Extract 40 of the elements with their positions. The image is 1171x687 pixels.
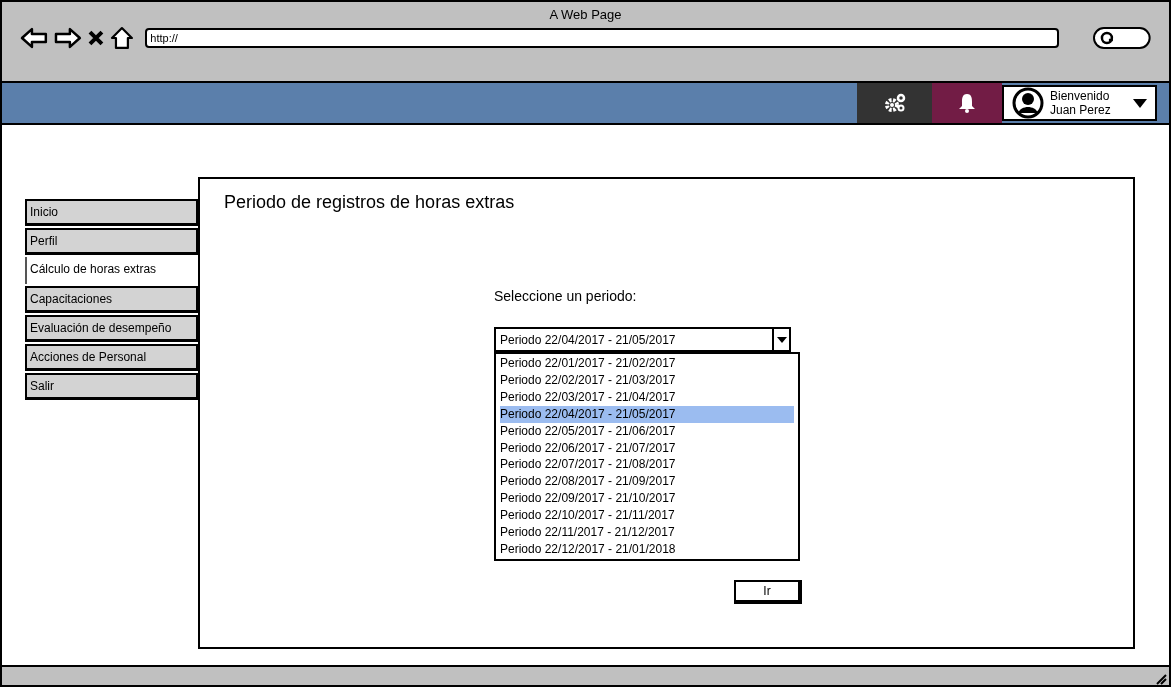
back-arrow-icon[interactable]: [20, 27, 48, 49]
sidebar-item[interactable]: Perfil: [25, 228, 198, 255]
sidebar-item[interactable]: Evaluación de desempeño: [25, 315, 198, 342]
dropdown-option[interactable]: Periodo 22/05/2017 - 21/06/2017: [500, 422, 794, 440]
bell-icon: [958, 93, 976, 113]
notifications-button[interactable]: [932, 83, 1002, 123]
prompt-text: Seleccione un periodo:: [494, 287, 638, 306]
close-icon[interactable]: [87, 30, 104, 46]
search-icon[interactable]: [1093, 26, 1151, 50]
greeting-text: Bienvenido: [1050, 89, 1111, 103]
dropdown-option[interactable]: Periodo 22/02/2017 - 21/03/2017: [500, 371, 794, 389]
dropdown-option[interactable]: Periodo 22/03/2017 - 21/04/2017: [500, 388, 794, 406]
dropdown-option[interactable]: Periodo 22/01/2017 - 21/02/2017: [500, 355, 794, 372]
caret-icon: [776, 336, 787, 343]
dropdown-option[interactable]: Periodo 22/07/2017 - 21/08/2017: [500, 456, 794, 474]
dropdown-option[interactable]: Periodo 22/12/2017 - 21/01/2018: [500, 540, 794, 558]
sidebar-item[interactable]: Capacitaciones: [25, 286, 198, 313]
user-menu[interactable]: Bienvenido Juan Perez: [1002, 85, 1157, 121]
sidebar-item[interactable]: Salir: [25, 373, 198, 400]
dropdown-option[interactable]: Periodo 22/09/2017 - 21/10/2017: [500, 490, 794, 508]
dropdown-option[interactable]: Periodo 22/10/2017 - 21/11/2017: [500, 507, 794, 525]
forward-arrow-icon[interactable]: [53, 27, 82, 49]
sidebar-item[interactable]: Acciones de Personal: [25, 344, 198, 371]
user-name: Juan Perez: [1050, 103, 1111, 117]
user-avatar-icon: [1012, 87, 1044, 119]
go-button[interactable]: Ir: [734, 579, 802, 604]
dropdown-option[interactable]: Periodo 22/04/2017 - 21/05/2017: [500, 405, 794, 423]
caret-icon: [1133, 98, 1147, 108]
resize-grip-icon[interactable]: [1155, 673, 1167, 685]
sidebar-item[interactable]: Inicio: [25, 199, 198, 226]
panel-title: Periodo de registros de horas extras: [223, 191, 516, 214]
gears-icon: [883, 93, 906, 113]
period-dropdown[interactable]: Periodo 22/04/2017 - 21/05/2017: [494, 327, 791, 352]
address-field[interactable]: http://: [145, 28, 1060, 48]
settings-button[interactable]: [857, 83, 932, 123]
dropdown-option[interactable]: Periodo 22/06/2017 - 21/07/2017: [500, 439, 794, 457]
dropdown-option[interactable]: Periodo 22/08/2017 - 21/09/2017: [500, 473, 794, 491]
dropdown-option[interactable]: Periodo 22/11/2017 - 21/12/2017: [500, 524, 794, 541]
window-title: A Web Page: [548, 6, 623, 24]
home-icon[interactable]: [109, 26, 134, 50]
